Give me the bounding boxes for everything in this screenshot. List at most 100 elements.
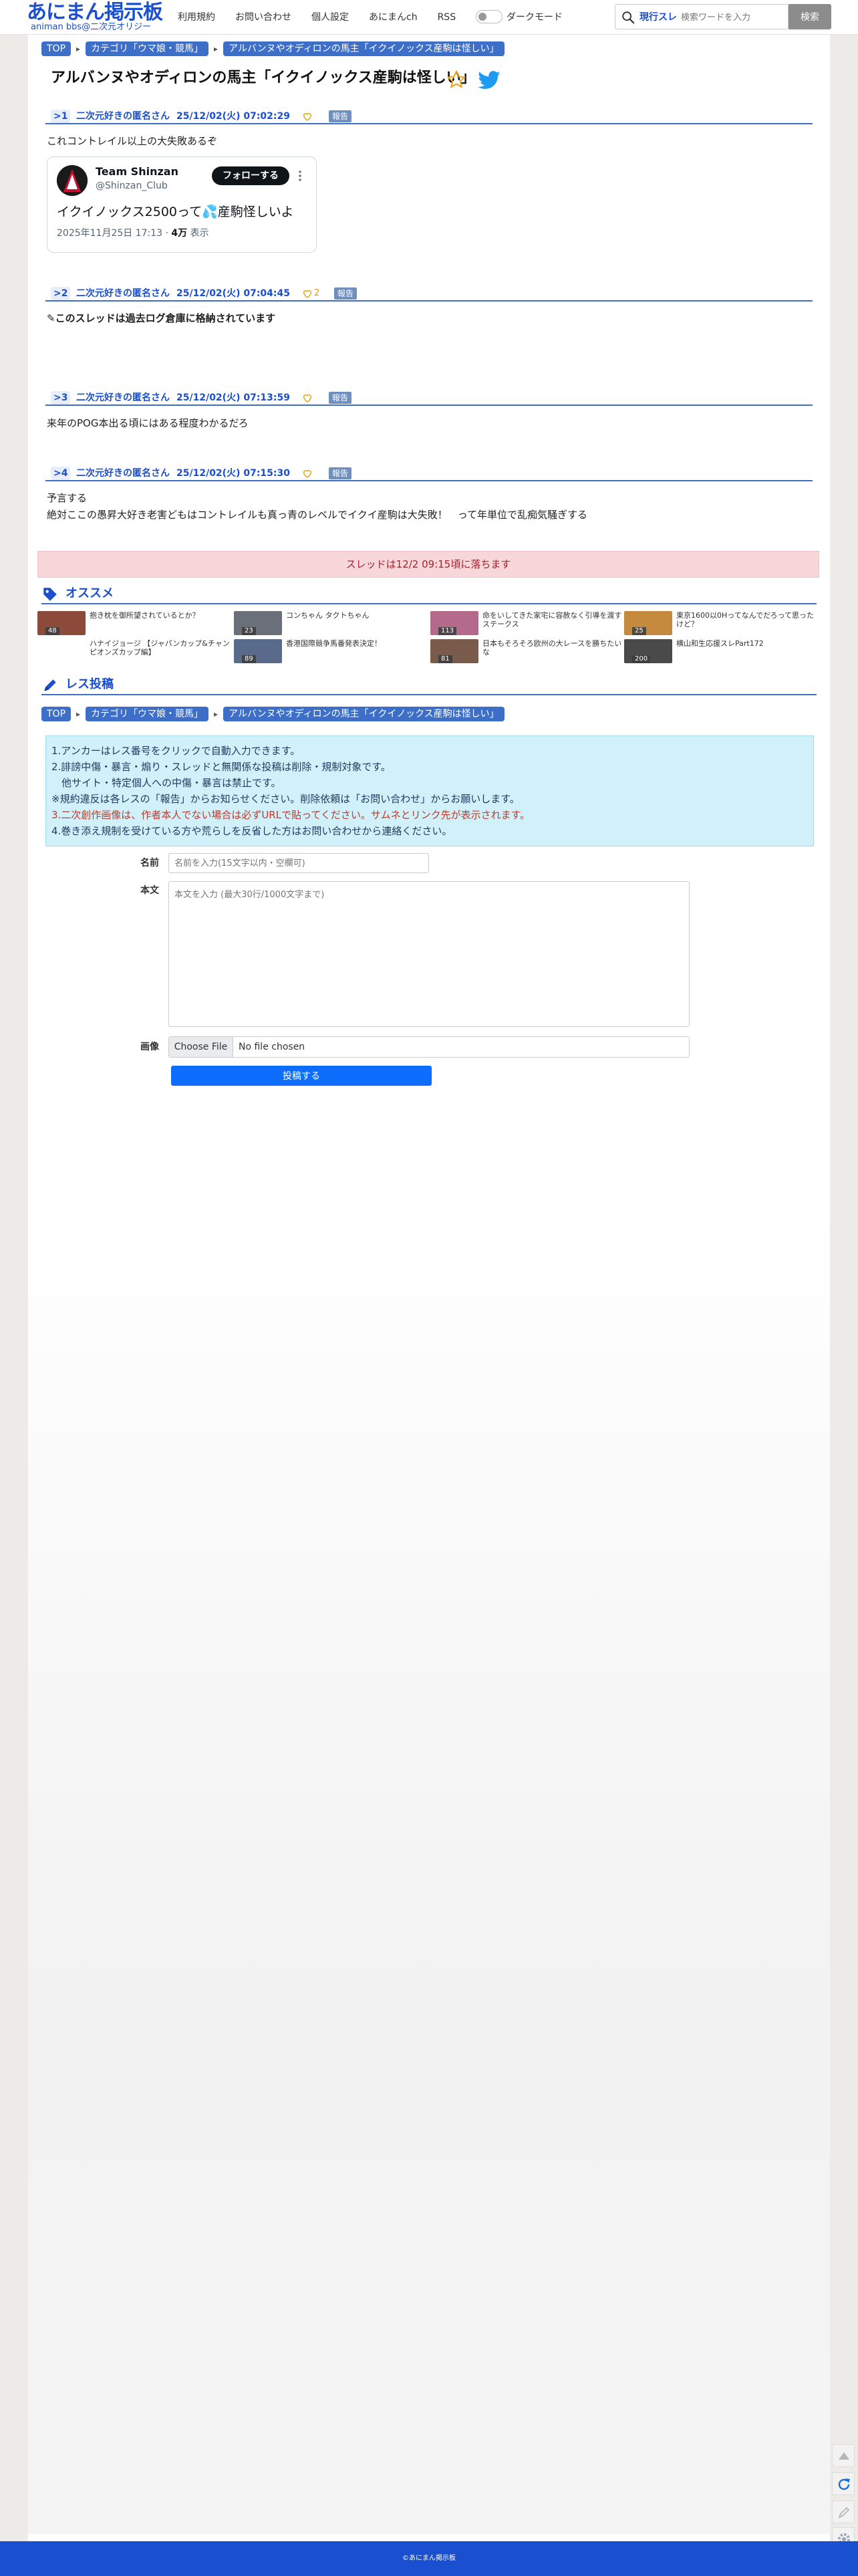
- post-number[interactable]: >2: [51, 287, 71, 300]
- recommend-item[interactable]: 81 日本もそろそろ欧州の大レースを勝ちたいな: [430, 639, 625, 663]
- body-label: 本文: [140, 885, 159, 896]
- report-button[interactable]: 報告: [329, 467, 352, 479]
- nav-animanch[interactable]: あにまんch: [369, 9, 418, 25]
- rule-line: 3.二次創作画像は、作者本人でない場合は必ずURLで貼ってください。サムネとリン…: [51, 809, 531, 821]
- tweet-avatar: [57, 165, 88, 196]
- report-button[interactable]: 報告: [329, 110, 352, 122]
- recommend-title: ハナイジョージ 【ジャパンカップ&チャンピオンズカップ編】: [90, 639, 230, 657]
- breadcrumb-thread[interactable]: アルバンヌやオディロンの馬主「イクイノックス産駒は怪しい」: [223, 707, 505, 721]
- more-options-icon[interactable]: [297, 169, 303, 183]
- search-scope-select[interactable]: 現行スレ: [639, 11, 677, 24]
- breadcrumb-separator: ▸: [214, 44, 219, 53]
- thread-expiry-notice: スレッドは12/2 09:15頃に落ちます: [37, 551, 819, 578]
- breadcrumb-bottom: TOP ▸ カテゴリ「ウマ娘・競馬」 ▸ アルバンヌやオディロンの馬主「イクイノ…: [41, 707, 505, 721]
- recommend-item[interactable]: 23 コンちゃん タクトちゃん: [234, 611, 429, 635]
- nav-contact[interactable]: お問い合わせ: [235, 9, 291, 25]
- recommend-title: 抱き枕を御所望されているとか？: [90, 611, 200, 620]
- recommend-thumbnail: 25: [624, 611, 672, 635]
- recommend-thumbnail: [37, 639, 86, 663]
- recommend-title: 横山和生応援スレPart172: [676, 639, 764, 648]
- post-number[interactable]: >3: [51, 391, 71, 404]
- comment-count: 81: [438, 655, 452, 663]
- recommend-item[interactable]: 200 横山和生応援スレPart172: [624, 639, 819, 663]
- post-author: 二次元好きの匿名さん: [76, 468, 170, 479]
- report-button[interactable]: 報告: [334, 287, 358, 300]
- like-heart-icon[interactable]: [302, 468, 313, 479]
- report-button[interactable]: 報告: [329, 392, 352, 404]
- breadcrumb-category[interactable]: カテゴリ「ウマ娘・競馬」: [86, 707, 209, 721]
- comment-count: 23: [242, 627, 256, 635]
- post-author: 二次元好きの匿名さん: [76, 392, 170, 403]
- dark-mode-label: ダークモード: [507, 12, 563, 23]
- post-header: >4 二次元好きの匿名さん 25/12/02(火) 07:15:30 報告: [45, 467, 813, 481]
- nav-rss[interactable]: RSS: [438, 9, 456, 25]
- recommend-item[interactable]: 113 命をいしてきた家宅に容赦なく引導を渡すステークス: [430, 611, 625, 635]
- choose-file-button[interactable]: Choose File: [169, 1037, 233, 1057]
- post-date: 25/12/02(火) 07:02:29: [176, 111, 290, 122]
- site-logo[interactable]: あにまん掲示板 animan bbs@二次元オリジー: [27, 1, 174, 33]
- post-number[interactable]: >1: [51, 110, 71, 123]
- recommend-thumbnail: 113: [430, 611, 478, 635]
- reply-form-title: レス投稿: [65, 677, 114, 691]
- recommend-thumbnail: 48: [37, 611, 86, 635]
- reload-button[interactable]: [832, 2472, 855, 2495]
- breadcrumb-separator: ▸: [76, 709, 81, 719]
- search-box: 現行スレ: [615, 4, 789, 29]
- rule-line: 4.巻き添え規制を受けている方や荒らしを反省した方はお問い合わせから連絡ください…: [51, 825, 452, 837]
- post-author: 二次元好きの匿名さん: [76, 288, 170, 299]
- post-number[interactable]: >4: [51, 467, 71, 480]
- recommend-thumbnail: 23: [234, 611, 282, 635]
- recommend-title: コンちゃん タクトちゃん: [286, 611, 370, 620]
- write-reply-button[interactable]: [832, 2500, 855, 2523]
- nav-terms[interactable]: 利用規約: [178, 9, 215, 25]
- image-file-input[interactable]: Choose File No file chosen: [168, 1036, 690, 1058]
- embedded-tweet[interactable]: Team Shinzan @Shinzan_Club フォローする イクイノック…: [47, 156, 317, 253]
- pencil-icon: [44, 679, 56, 691]
- archived-notice-text: ✎このスレッドは過去ログ倉庫に格納されています: [47, 312, 276, 324]
- breadcrumb: TOP ▸ カテゴリ「ウマ娘・競馬」 ▸ アルバンヌやオディロンの馬主「イクイノ…: [41, 41, 505, 56]
- twitter-share-icon[interactable]: [477, 71, 501, 91]
- image-label: 画像: [140, 1042, 159, 1052]
- tweet-follow-button[interactable]: フォローする: [212, 166, 289, 185]
- post-body: 予言する: [47, 492, 88, 504]
- reload-icon: [838, 2478, 850, 2490]
- recommend-title: オススメ: [65, 586, 114, 600]
- submit-post-button[interactable]: 投稿する: [171, 1066, 432, 1086]
- breadcrumb-top[interactable]: TOP: [41, 707, 72, 721]
- recommend-title: 命をいしてきた家宅に容赦なく引導を渡すステークス: [482, 611, 622, 628]
- tweet-author-handle: @Shinzan_Club: [96, 181, 168, 191]
- recommend-heading: オススメ: [41, 584, 817, 604]
- arrow-up-icon: [839, 2452, 849, 2460]
- thread-title: アルバンヌやオディロンの馬主「イクイノックス産駒は怪しい」: [51, 70, 476, 86]
- recommend-item[interactable]: 25 東京1600以0Hってなんでだろって思ったけど？: [624, 611, 819, 635]
- breadcrumb-thread[interactable]: アルバンヌやオディロンの馬主「イクイノックス産駒は怪しい」: [223, 41, 505, 56]
- like-heart-icon[interactable]: [302, 392, 313, 403]
- tweet-author-name: Team Shinzan: [96, 165, 178, 178]
- tweet-views-label: 表示: [190, 228, 209, 239]
- rule-line: ※規約違反は各レスの「報告」からお知らせください。削除依頼は「お問い合わせ」から…: [51, 793, 520, 805]
- search-button[interactable]: 検索: [789, 4, 831, 29]
- like-heart-icon[interactable]: [302, 288, 313, 299]
- recommend-item[interactable]: ハナイジョージ 【ジャパンカップ&チャンピオンズカップ編】: [37, 639, 233, 663]
- scroll-top-button[interactable]: [832, 2444, 855, 2467]
- dark-mode-toggle[interactable]: [476, 10, 503, 23]
- like-heart-icon[interactable]: [302, 111, 313, 122]
- breadcrumb-category[interactable]: カテゴリ「ウマ娘・競馬」: [86, 41, 209, 56]
- body-textarea[interactable]: [168, 881, 690, 1027]
- breadcrumb-top[interactable]: TOP: [41, 41, 72, 56]
- tweet-meta: 2025年11月25日 17:13 · 4万 表示: [57, 228, 209, 239]
- recommend-item[interactable]: 48 抱き枕を御所望されているとか？: [37, 611, 233, 635]
- favorite-star-icon[interactable]: [446, 70, 466, 90]
- rule-line: 他サイト・特定個人への中傷・暴言は禁止です。: [51, 777, 281, 789]
- tweet-date: 2025年11月25日 17:13: [57, 228, 163, 239]
- post-author: 二次元好きの匿名さん: [76, 111, 170, 122]
- breadcrumb-separator: ▸: [76, 44, 81, 53]
- nav-settings[interactable]: 個人設定: [311, 9, 349, 25]
- search-input[interactable]: [681, 9, 785, 26]
- name-field[interactable]: [168, 853, 429, 873]
- post-header: >3 二次元好きの匿名さん 25/12/02(火) 07:13:59 報告: [45, 391, 813, 406]
- tweet-text: イクイノックス2500って💦産駒怪しいよ: [57, 205, 294, 219]
- comment-count: 89: [242, 655, 256, 663]
- recommend-item[interactable]: 89 香港国際競争馬番発表決定！: [234, 639, 429, 663]
- top-nav: 利用規約 お問い合わせ 個人設定 あにまんch RSS: [178, 9, 456, 25]
